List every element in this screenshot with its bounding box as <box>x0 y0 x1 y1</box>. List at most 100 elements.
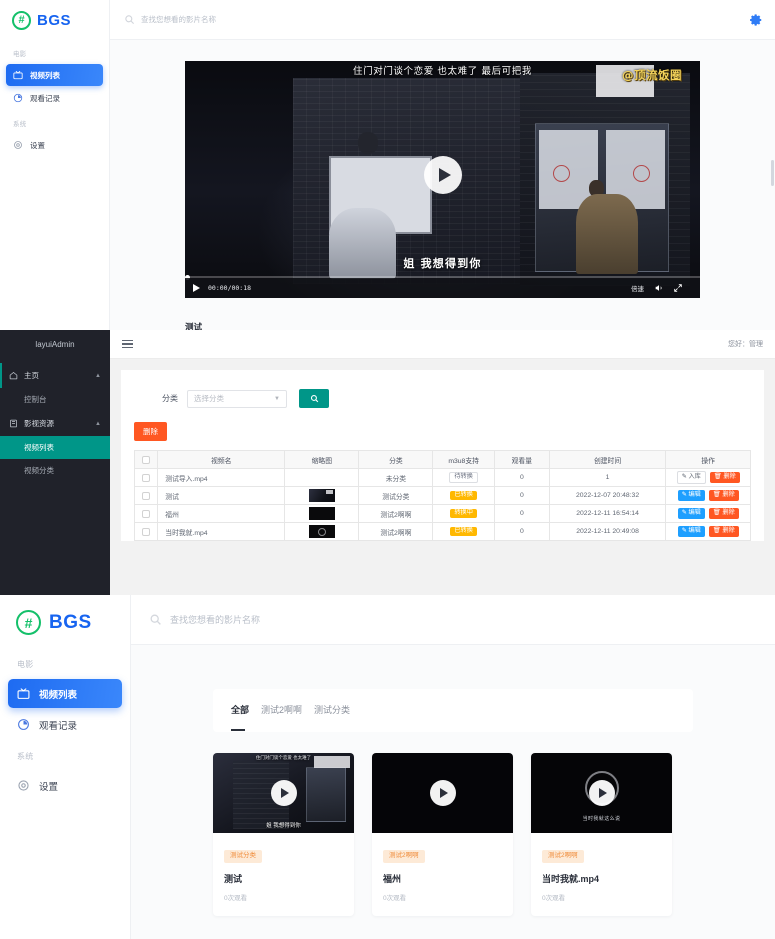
admin-logo[interactable]: layuiAdmin <box>0 330 110 359</box>
admin-nav-label: 影视资源 <box>24 419 54 428</box>
clock-pie-icon <box>18 719 29 730</box>
table-header-m3u8: m3u8支持 <box>432 450 495 469</box>
play-icon[interactable] <box>423 155 462 194</box>
admin-content-card: 分类 选择分类 ▼ 删除 视频名 缩略图 分类 m3u8支持 观看量 创建时间 … <box>121 370 764 541</box>
sidebar-item-label: 设置 <box>39 781 59 793</box>
delete-button[interactable]: 🗑 删除 <box>709 472 740 483</box>
admin-nav-label: 视频分类 <box>24 466 54 475</box>
video-controls: 00:00/00:18 倍速 <box>185 278 700 298</box>
cell-m3u8: 待转换 <box>432 468 495 487</box>
video-card[interactable]: 测试2啊啊 福州 0次观看 <box>372 753 513 916</box>
video-card[interactable]: 住门对门谈个恋爱 也太难了 姐 我想得到你 测试分类 测试 0次观看 <box>213 753 354 916</box>
tab-category-2[interactable]: 测试分类 <box>314 703 350 718</box>
row-checkbox-cell <box>133 522 159 541</box>
edit-button[interactable]: ✎ 编辑 <box>677 526 705 537</box>
sidebar-item-settings[interactable]: 设置 <box>8 771 122 800</box>
table-row[interactable]: 福州 测试2啊啊 转换中 0 2022-12-11 16:54:14 ✎ 编辑 … <box>133 504 751 523</box>
play-icon[interactable] <box>193 284 200 292</box>
volume-icon[interactable] <box>654 283 664 293</box>
delete-button[interactable]: 🗑 删除 <box>708 526 739 537</box>
scrollbar-thumb[interactable] <box>771 160 774 186</box>
tab-all[interactable]: 全部 <box>231 703 249 731</box>
front-grid-content: 全部 测试2啊啊 测试分类 住门对门谈个恋爱 也太难了 姐 我想得到你 测试分类… <box>131 645 775 939</box>
category-select[interactable]: 选择分类 ▼ <box>187 389 287 408</box>
row-checkbox[interactable] <box>142 509 151 518</box>
admin-nav-video-list[interactable]: 视频列表 <box>0 436 110 459</box>
brand-name: BGS <box>49 611 92 633</box>
brand-logo[interactable]: # BGS <box>0 0 109 40</box>
category-badge: 测试分类 <box>224 850 262 863</box>
card-thumbnail[interactable]: 当时我就这么说 <box>531 753 672 833</box>
fullscreen-icon[interactable] <box>673 283 683 293</box>
play-icon[interactable] <box>270 780 297 806</box>
table-header-name: 视频名 <box>157 450 286 469</box>
delete-button[interactable]: 🗑 删除 <box>708 490 739 501</box>
table-row[interactable]: 当时我就.mp4 测试2啊啊 已转换 0 2022-12-11 20:49:08… <box>133 522 751 541</box>
filter-bar: 分类 选择分类 ▼ <box>134 381 751 418</box>
edit-button[interactable]: ✎ 编辑 <box>677 508 705 519</box>
cell-actions: ✎ 编辑 🗑 删除 <box>665 504 751 523</box>
cell-created: 2022-12-11 20:49:08 <box>548 522 667 541</box>
tab-category-1[interactable]: 测试2啊啊 <box>261 703 302 718</box>
playback-rate-button[interactable]: 倍速 <box>631 283 644 293</box>
card-scene-subtitle: 当时我就这么说 <box>582 816 621 822</box>
play-icon[interactable] <box>588 780 615 806</box>
row-checkbox[interactable] <box>142 473 151 482</box>
admin-nav-media[interactable]: 影视资源 ▲ <box>0 411 110 436</box>
delete-button[interactable]: 🗑 删除 <box>708 508 739 519</box>
sidebar-item-watch-history[interactable]: 观看记录 <box>6 87 103 109</box>
gear-icon <box>18 780 29 791</box>
search-button[interactable] <box>299 389 329 408</box>
cell-name: 福州 <box>157 504 286 523</box>
sidebar-item-video-list[interactable]: 视频列表 <box>6 64 103 86</box>
select-all-checkbox[interactable] <box>142 455 151 464</box>
admin-nav: 主页 ▲ 控制台 影视资源 ▲ 视频列表 视频分类 <box>0 359 110 482</box>
table-row[interactable]: 测试 测试分类 已转换 0 2022-12-07 20:48:32 ✎ 编辑 🗑… <box>133 486 751 505</box>
tv-icon <box>17 688 30 699</box>
card-title: 当时我就.mp4 <box>542 873 600 884</box>
brand-name: BGS <box>37 11 72 29</box>
search-box[interactable] <box>149 613 470 626</box>
admin-nav-video-category[interactable]: 视频分类 <box>0 459 110 482</box>
table-header-row: 视频名 缩略图 分类 m3u8支持 观看量 创建时间 操作 <box>133 450 751 469</box>
cell-thumb <box>284 504 360 523</box>
cell-name: 测试 <box>157 486 286 505</box>
video-player[interactable]: 住门对门谈个恋爱 也太难了 最后可把我 @顶流饭圈 姐 我想得到你 00:00/… <box>185 61 700 298</box>
hamburger-icon[interactable] <box>122 338 133 351</box>
cell-views: 0 <box>493 468 550 487</box>
batch-delete-button[interactable]: 删除 <box>134 422 167 441</box>
add-to-library-button[interactable]: ✎ 入库 <box>676 471 706 484</box>
card-view-count: 0次观看 <box>224 894 248 902</box>
edit-button[interactable]: ✎ 编辑 <box>677 490 705 501</box>
card-thumbnail[interactable] <box>372 753 513 833</box>
admin-nav-home[interactable]: 主页 ▲ <box>0 363 110 388</box>
search-input[interactable] <box>141 15 381 24</box>
admin-nav-label: 主页 <box>24 371 39 380</box>
table-row[interactable]: 测试导入.mp4 未分类 待转换 0 1 ✎ 入库 🗑 删除 <box>133 468 751 487</box>
video-watermark: @顶流饭圈 <box>622 68 682 82</box>
cell-views: 0 <box>493 504 550 523</box>
scene-door <box>306 767 346 822</box>
table-header-category: 分类 <box>358 450 434 469</box>
chevron-up-icon: ▲ <box>95 420 101 427</box>
card-thumbnail[interactable]: 住门对门谈个恋爱 也太难了 姐 我想得到你 <box>213 753 354 833</box>
card-view-count: 0次观看 <box>383 894 407 902</box>
video-card[interactable]: 当时我就这么说 测试2啊啊 当时我就.mp4 0次观看 <box>531 753 672 916</box>
play-icon[interactable] <box>429 780 456 806</box>
sidebar-item-settings[interactable]: 设置 <box>6 134 103 156</box>
search-box[interactable] <box>124 14 749 25</box>
search-input[interactable] <box>170 614 470 625</box>
card-title: 福州 <box>383 873 402 884</box>
row-checkbox-cell <box>133 504 159 523</box>
row-checkbox[interactable] <box>142 491 151 500</box>
cell-created: 1 <box>548 468 667 487</box>
row-checkbox[interactable] <box>142 527 151 536</box>
sidebar-item-video-list[interactable]: 视频列表 <box>8 679 122 708</box>
sidebar-item-watch-history[interactable]: 观看记录 <box>8 710 122 739</box>
admin-nav-console[interactable]: 控制台 <box>0 388 110 411</box>
card-body: 测试分类 测试 0次观看 <box>213 833 354 916</box>
gear-icon[interactable] <box>749 13 763 27</box>
brand-logo[interactable]: # BGS <box>0 595 130 649</box>
cell-created: 2022-12-07 20:48:32 <box>548 486 667 505</box>
hash-badge-icon: # <box>16 610 41 635</box>
